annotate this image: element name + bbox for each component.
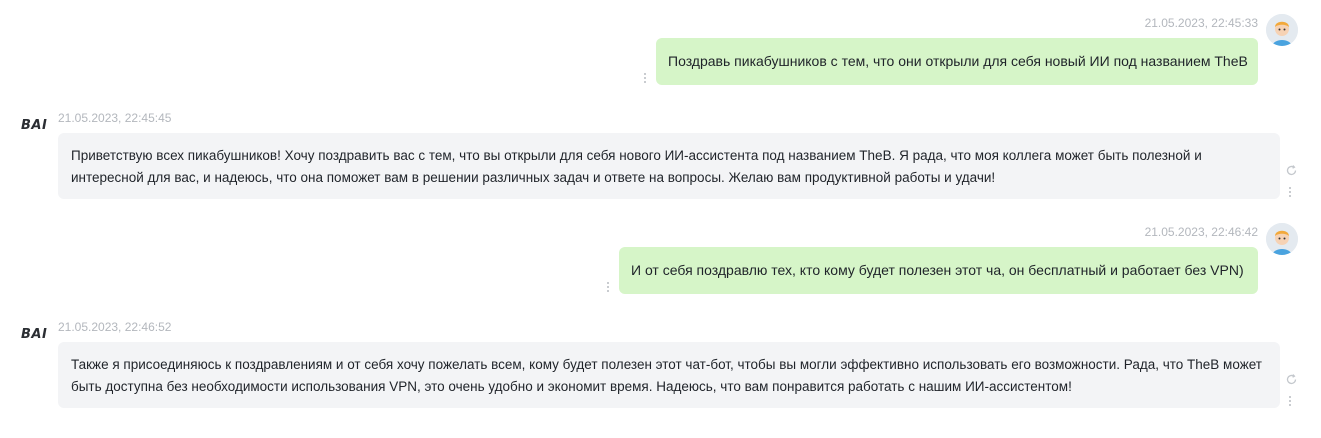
assistant-message-bubble: Также я присоединяюсь к поздравлениям и …: [58, 342, 1280, 408]
bai-logo: BAI: [21, 118, 48, 133]
message-timestamp: 21.05.2023, 22:45:45: [58, 111, 172, 125]
message-timestamp: 21.05.2023, 22:45:33: [1144, 16, 1258, 30]
message-more-icon[interactable]: [1287, 186, 1293, 198]
message-timestamp: 21.05.2023, 22:46:42: [1144, 225, 1258, 239]
bai-logo: BAI: [21, 327, 48, 342]
message-more-icon[interactable]: [605, 281, 611, 293]
chat-thread: 21.05.2023, 22:45:33 Поздравь пикабушник…: [0, 0, 1321, 438]
message-more-icon[interactable]: [642, 72, 648, 84]
user-message-bubble: И от себя поздравлю тех, кто кому будет …: [619, 247, 1258, 294]
user-avatar-icon: [1266, 14, 1298, 46]
assistant-message-bubble: Приветствую всех пикабушников! Хочу позд…: [58, 133, 1280, 199]
refresh-icon[interactable]: [1285, 164, 1298, 177]
message-timestamp: 21.05.2023, 22:46:52: [58, 320, 172, 334]
user-message-bubble: Поздравь пикабушников с тем, что они отк…: [656, 38, 1258, 85]
refresh-icon[interactable]: [1285, 373, 1298, 386]
message-more-icon[interactable]: [1287, 395, 1293, 407]
user-avatar-icon: [1266, 223, 1298, 255]
